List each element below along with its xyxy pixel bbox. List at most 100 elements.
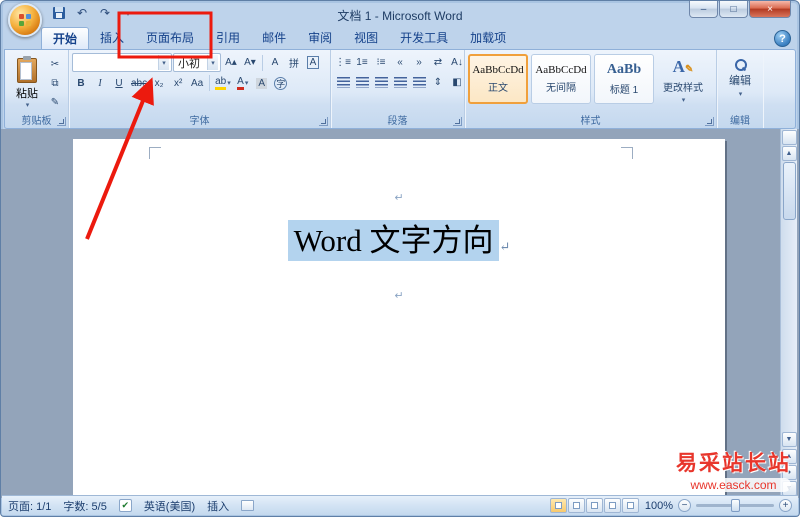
next-page-button[interactable]: ▼: [781, 481, 797, 496]
font-group: ▾ 小初 ▾ A▴ A▾ A 拼 A B I U abc x₂ x² Aa ab…: [69, 50, 331, 128]
style-no-spacing[interactable]: AaBbCcDd 无间隔: [531, 54, 591, 104]
style-heading-1[interactable]: AaBb 标题 1: [594, 54, 654, 104]
grow-font-button[interactable]: A▴: [222, 54, 240, 72]
insert-mode-indicator[interactable]: 插入: [207, 498, 229, 514]
document-page[interactable]: ↵ Word 文字方向 ↵ ↵: [73, 139, 725, 498]
redo-button[interactable]: ↷: [95, 4, 115, 22]
text-highlight-button[interactable]: ab ▾: [213, 74, 233, 92]
selected-text[interactable]: Word 文字方向: [287, 220, 500, 261]
clipboard-dialog-launcher-icon[interactable]: [57, 117, 66, 126]
sort-button[interactable]: A↓: [448, 53, 466, 71]
scroll-down-button[interactable]: ▼: [781, 432, 797, 447]
print-layout-view-button[interactable]: [549, 498, 567, 513]
format-painter-button[interactable]: ✎: [46, 93, 64, 111]
tab-addins[interactable]: 加载项: [459, 27, 517, 49]
zoom-slider[interactable]: [696, 499, 774, 512]
superscript-button[interactable]: x²: [169, 74, 187, 92]
zoom-in-button[interactable]: +: [779, 499, 792, 512]
tab-mailings[interactable]: 邮件: [251, 27, 297, 49]
tab-review[interactable]: 审阅: [297, 27, 343, 49]
minimize-button[interactable]: –: [689, 1, 718, 18]
tab-page-layout[interactable]: 页面布局: [135, 27, 205, 49]
zoom-level[interactable]: 100%: [645, 500, 673, 512]
align-right-button[interactable]: [372, 73, 390, 91]
bold-button[interactable]: B: [72, 74, 90, 92]
copy-button[interactable]: ⧉: [46, 74, 64, 92]
ruler-toggle-button[interactable]: [781, 130, 797, 145]
font-color-button[interactable]: A ▾: [234, 74, 252, 92]
paste-label: 粘贴: [16, 88, 38, 100]
editing-button[interactable]: 编辑 ▾: [724, 56, 756, 101]
scrollbar-thumb[interactable]: [782, 162, 796, 220]
line-spacing-button[interactable]: ⇕: [429, 73, 447, 91]
strikethrough-button[interactable]: abc: [129, 74, 149, 92]
italic-button[interactable]: I: [91, 74, 109, 92]
asian-layout-button[interactable]: ⇄: [429, 53, 447, 71]
change-case-button[interactable]: Aa: [188, 74, 206, 92]
ribbon: 粘贴 ▾ ✂ ⧉ ✎ 剪贴板 ▾ 小初 ▾ A▴ A▾ A 拼 A B I U …: [4, 49, 796, 129]
shading-button[interactable]: ◧: [448, 73, 466, 91]
zoom-slider-thumb[interactable]: [731, 499, 740, 512]
document-text-line[interactable]: Word 文字方向 ↵: [73, 215, 725, 261]
enclose-characters-button[interactable]: 字: [272, 74, 290, 92]
cut-button[interactable]: ✂: [46, 55, 64, 73]
clear-formatting-button[interactable]: A: [266, 54, 284, 72]
shrink-font-button[interactable]: A▾: [241, 54, 259, 72]
font-name-combo[interactable]: ▾: [72, 53, 172, 72]
tab-developer[interactable]: 开发工具: [389, 27, 459, 49]
draft-view-button[interactable]: [621, 498, 639, 513]
help-button[interactable]: ?: [774, 30, 791, 47]
distribute-button[interactable]: [410, 73, 428, 91]
font-dialog-launcher-icon[interactable]: [319, 117, 328, 126]
character-shading-button[interactable]: A: [253, 74, 271, 92]
bullets-button[interactable]: ⋮≡: [334, 53, 352, 71]
undo-button[interactable]: ↶: [72, 4, 92, 22]
paste-button[interactable]: 粘贴 ▾: [8, 53, 46, 113]
zoom-out-button[interactable]: −: [678, 499, 691, 512]
vertical-scrollbar[interactable]: ▲ ▼ ▲ ● ▼: [780, 129, 797, 498]
tab-home[interactable]: 开始: [41, 27, 90, 49]
numbering-button[interactable]: 1≡: [353, 53, 371, 71]
page-navigation: ▲ ● ▼: [781, 449, 797, 496]
window-controls: – □ ×: [689, 1, 791, 18]
clipboard-group: 粘贴 ▾ ✂ ⧉ ✎ 剪贴板: [5, 50, 69, 128]
character-border-button[interactable]: A: [304, 54, 322, 72]
office-button[interactable]: [8, 3, 42, 37]
editing-label: 编辑: [729, 75, 751, 87]
underline-button[interactable]: U: [110, 74, 128, 92]
align-center-button[interactable]: [353, 73, 371, 91]
word-window: ↶ ↷ ▾ 文档 1 - Microsoft Word – □ × 开始 插入 …: [0, 0, 800, 517]
align-left-button[interactable]: [334, 73, 352, 91]
spellcheck-status[interactable]: ✔: [118, 499, 132, 512]
justify-button[interactable]: [391, 73, 409, 91]
macro-record-button[interactable]: [241, 500, 255, 511]
styles-dialog-launcher-icon[interactable]: [705, 117, 714, 126]
outline-view-button[interactable]: [603, 498, 621, 513]
font-size-combo[interactable]: 小初 ▾: [173, 53, 221, 72]
multilevel-list-button[interactable]: ⁝≡: [372, 53, 390, 71]
subscript-button[interactable]: x₂: [150, 74, 168, 92]
maximize-button[interactable]: □: [719, 1, 748, 18]
tab-view[interactable]: 视图: [343, 27, 389, 49]
language-indicator[interactable]: 英语(美国): [144, 498, 195, 514]
word-count-indicator[interactable]: 字数: 5/5: [63, 498, 106, 514]
change-styles-button[interactable]: A✎ 更改样式 ▾: [657, 54, 709, 110]
qat-customize-button[interactable]: ▾: [118, 4, 138, 22]
close-button[interactable]: ×: [749, 1, 791, 18]
increase-indent-button[interactable]: »: [410, 53, 428, 71]
status-bar: 页面: 1/1 字数: 5/5 ✔ 英语(美国) 插入 100% − +: [2, 495, 798, 515]
previous-page-button[interactable]: ▲: [781, 449, 797, 464]
page-indicator[interactable]: 页面: 1/1: [8, 498, 51, 514]
pinyin-guide-button[interactable]: 拼: [285, 54, 303, 72]
fullscreen-reading-view-button[interactable]: [567, 498, 585, 513]
select-browse-object-button[interactable]: ●: [781, 465, 797, 480]
decrease-indent-button[interactable]: «: [391, 53, 409, 71]
save-button[interactable]: [49, 4, 69, 22]
tab-insert[interactable]: 插入: [89, 27, 135, 49]
style-normal[interactable]: AaBbCcDd 正文: [468, 54, 528, 104]
paragraph-dialog-launcher-icon[interactable]: [453, 117, 462, 126]
web-layout-view-button[interactable]: [585, 498, 603, 513]
tab-references[interactable]: 引用: [205, 27, 251, 49]
font-group-label: 字体: [189, 116, 210, 127]
scroll-up-button[interactable]: ▲: [781, 146, 797, 161]
